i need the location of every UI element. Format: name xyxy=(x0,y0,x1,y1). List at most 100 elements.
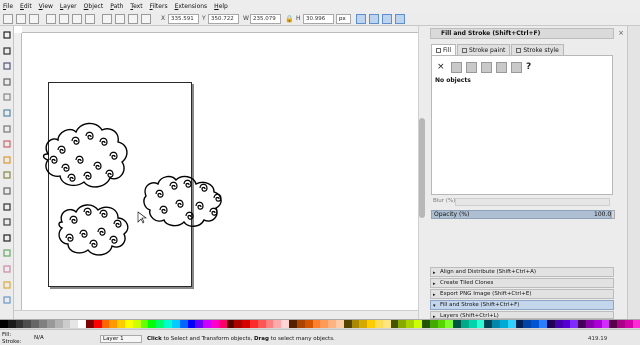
palette-swatch[interactable] xyxy=(171,320,180,328)
close-icon[interactable]: × xyxy=(617,29,625,37)
dock-item-tiled-clones[interactable]: ▸ Create Tiled Clones xyxy=(430,278,614,288)
dock-item-export-png[interactable]: ▸ Export PNG Image (Shift+Ctrl+E) xyxy=(430,289,614,299)
tab-stroke-style[interactable]: Stroke style xyxy=(511,44,564,55)
palette-swatch[interactable] xyxy=(515,320,524,328)
radial-gradient-icon[interactable] xyxy=(481,61,492,73)
menu-file[interactable]: File xyxy=(3,3,13,10)
palette-swatch[interactable] xyxy=(398,320,407,328)
palette-swatch[interactable] xyxy=(421,320,430,328)
palette-swatch[interactable] xyxy=(335,320,344,328)
zoom-tool-icon[interactable] xyxy=(2,77,12,87)
palette-swatch[interactable] xyxy=(476,320,485,328)
lower-to-bottom-icon[interactable] xyxy=(141,14,151,24)
palette-swatch[interactable] xyxy=(445,320,454,328)
layer-select[interactable]: Layer 1 xyxy=(100,335,142,343)
palette-swatch[interactable] xyxy=(156,320,165,328)
palette-swatch[interactable] xyxy=(328,320,336,328)
palette-swatch[interactable] xyxy=(406,320,415,328)
palette-swatch[interactable] xyxy=(117,320,125,328)
node-tool-icon[interactable] xyxy=(2,46,12,56)
lower-icon[interactable] xyxy=(128,14,138,24)
menu-path[interactable]: Path xyxy=(110,3,123,10)
palette-swatch[interactable] xyxy=(218,320,227,328)
palette-swatch[interactable] xyxy=(351,320,360,328)
tweak-tool-icon[interactable] xyxy=(2,61,12,71)
palette-swatch[interactable] xyxy=(531,320,540,328)
menu-layer[interactable]: Layer xyxy=(60,3,77,10)
palette-swatch[interactable] xyxy=(382,320,391,328)
palette-swatch[interactable] xyxy=(257,320,266,328)
rotate-cw-icon[interactable] xyxy=(59,14,69,24)
rectangle-tool-icon[interactable] xyxy=(2,108,12,118)
palette-swatch[interactable] xyxy=(281,320,290,328)
tab-stroke-paint[interactable]: Stroke paint xyxy=(457,44,511,55)
pen-tool-icon[interactable] xyxy=(2,202,12,212)
lock-icon[interactable]: 🔒 xyxy=(285,15,294,23)
palette-swatch[interactable] xyxy=(625,320,633,328)
palette-swatch[interactable] xyxy=(78,320,86,328)
palette-swatch[interactable] xyxy=(390,320,399,328)
menu-view[interactable]: View xyxy=(39,3,53,10)
palette-swatch[interactable] xyxy=(343,320,352,328)
dock-item-fill-stroke[interactable]: ▾ Fill and Stroke (Shift+Ctrl+F) xyxy=(430,300,614,310)
pattern-icon[interactable] xyxy=(496,61,507,73)
palette-swatch[interactable] xyxy=(23,320,32,328)
3dbox-tool-icon[interactable] xyxy=(2,124,12,134)
move-gradients-icon[interactable] xyxy=(382,14,392,24)
calligraphy-tool-icon[interactable] xyxy=(2,217,12,227)
palette-swatch[interactable] xyxy=(546,320,555,328)
fill-indicator-value[interactable]: N/A xyxy=(34,335,44,341)
deselect-icon[interactable] xyxy=(29,14,39,24)
palette-swatch[interactable] xyxy=(0,320,8,328)
spray-tool-icon[interactable] xyxy=(2,248,12,258)
scale-stroke-icon[interactable] xyxy=(356,14,366,24)
y-field[interactable]: 350.722 xyxy=(208,14,239,24)
unit-select[interactable]: px xyxy=(336,14,351,24)
horizontal-scrollbar[interactable] xyxy=(14,310,418,319)
palette-swatch[interactable] xyxy=(507,320,516,328)
gradient-tool-icon[interactable] xyxy=(2,295,12,305)
palette-swatch[interactable] xyxy=(460,320,469,328)
palette-swatch[interactable] xyxy=(125,320,133,328)
palette-swatch[interactable] xyxy=(562,320,571,328)
no-paint-icon[interactable]: × xyxy=(437,62,445,73)
palette-swatch[interactable] xyxy=(179,320,188,328)
palette-swatch[interactable] xyxy=(140,320,149,328)
palette-swatch[interactable] xyxy=(7,320,16,328)
flip-vertical-icon[interactable] xyxy=(85,14,95,24)
palette-swatch[interactable] xyxy=(195,320,204,328)
canvas-drawing[interactable] xyxy=(14,26,418,319)
palette-swatch[interactable] xyxy=(54,320,63,328)
palette-swatch[interactable] xyxy=(46,320,55,328)
palette-swatch[interactable] xyxy=(570,320,579,328)
palette-swatch[interactable] xyxy=(39,320,47,328)
vertical-scroll-thumb[interactable] xyxy=(419,118,425,218)
selector-tool-icon[interactable] xyxy=(2,30,12,40)
palette-swatch[interactable] xyxy=(265,320,274,328)
dock-item-layers[interactable]: ▸ Layers (Shift+Ctrl+L) xyxy=(430,311,614,319)
palette-swatch[interactable] xyxy=(31,320,40,328)
palette-swatch[interactable] xyxy=(242,320,250,328)
palette-swatch[interactable] xyxy=(187,320,196,328)
palette-swatch[interactable] xyxy=(453,320,461,328)
palette-swatch[interactable] xyxy=(85,320,94,328)
palette-swatch[interactable] xyxy=(492,320,500,328)
w-field[interactable]: 235.079 xyxy=(250,14,281,24)
palette-swatch[interactable] xyxy=(203,320,211,328)
palette-swatch[interactable] xyxy=(429,320,438,328)
text-tool-icon[interactable] xyxy=(2,233,12,243)
palette-swatch[interactable] xyxy=(210,320,219,328)
palette-swatch[interactable] xyxy=(632,320,640,328)
menu-edit[interactable]: Edit xyxy=(20,3,32,10)
menu-help[interactable]: Help xyxy=(214,3,228,10)
palette-swatch[interactable] xyxy=(554,320,563,328)
menu-filters[interactable]: Filters xyxy=(150,3,168,10)
palette-swatch[interactable] xyxy=(414,320,422,328)
palette-swatch[interactable] xyxy=(359,320,368,328)
select-all-layers-icon[interactable] xyxy=(16,14,26,24)
rotate-ccw-icon[interactable] xyxy=(46,14,56,24)
palette-swatch[interactable] xyxy=(585,320,594,328)
palette-swatch[interactable] xyxy=(601,320,610,328)
palette-swatch[interactable] xyxy=(132,320,141,328)
palette-swatch[interactable] xyxy=(234,320,243,328)
